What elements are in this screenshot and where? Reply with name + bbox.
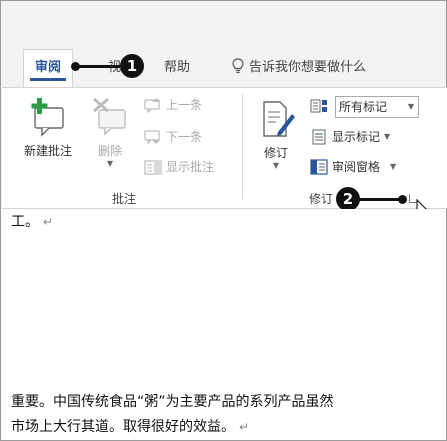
- callout-1-badge: 1: [120, 54, 144, 78]
- reviewing-pane-button[interactable]: 审阅窗格 ▼: [310, 158, 396, 175]
- ribbon: 审阅 视图 帮助 告诉我你想要做什么 新建批注: [1, 1, 447, 222]
- track-changes-icon: [263, 101, 295, 137]
- next-comment-icon: [144, 129, 160, 144]
- delete-comment-icon: [93, 97, 126, 136]
- paragraph-mark-icon: ↵: [239, 420, 250, 434]
- reviewing-pane-label: 审阅窗格: [332, 160, 381, 174]
- callout-2-line: [359, 198, 402, 201]
- previous-label: 上一条: [166, 98, 203, 112]
- paragraph-mark-icon: ↵: [43, 215, 54, 229]
- tell-me-text: 告诉我你想要做什么: [249, 60, 367, 75]
- markup-dropdown[interactable]: 所有标记 ▼: [335, 96, 419, 118]
- document-line: 市场上大行其道。取得很好的效益。 ↵: [11, 416, 249, 436]
- delete-comment-button[interactable]: 删除 ▼: [90, 96, 130, 168]
- track-changes-button[interactable]: 修订 ▼: [256, 98, 296, 170]
- tab-review[interactable]: 审阅: [23, 49, 73, 87]
- new-comment-button[interactable]: 新建批注: [18, 96, 78, 159]
- document-text: 重要。中国传统食品“粥”为主要产品的系列产品虽然: [11, 394, 334, 410]
- document-text: 工。: [11, 214, 39, 230]
- show-markup-label: 显示标记: [332, 130, 381, 144]
- delete-label: 删除: [97, 144, 122, 158]
- document-line: 工。 ↵: [11, 211, 53, 231]
- document-area[interactable]: 工。 ↵ 重要。中国传统食品“粥”为主要产品的系列产品虽然 市场上大行其道。取得很…: [1, 209, 446, 440]
- chevron-down-icon: ▼: [384, 132, 391, 141]
- previous-comment-icon: [144, 97, 160, 113]
- tell-me-search[interactable]: 告诉我你想要做什么: [231, 56, 366, 75]
- display-for-review-icon: [310, 99, 327, 113]
- markup-dropdown-value: 所有标记: [339, 100, 388, 114]
- show-markup-icon: [312, 129, 326, 144]
- comments-group-label: 批注: [112, 192, 137, 206]
- tab-help[interactable]: 帮助: [164, 56, 190, 75]
- chevron-down-icon: ▼: [106, 159, 114, 168]
- ribbon-panel: 新建批注 删除 ▼ 上一条 下一条 显示批注 批注 修订 ▼ 所有标记 ▼ 显示…: [2, 87, 447, 222]
- show-markup-button[interactable]: 显示标记 ▼: [310, 128, 390, 145]
- lightbulb-icon: [232, 57, 244, 73]
- chevron-down-icon: ▼: [272, 161, 280, 170]
- next-label: 下一条: [166, 130, 203, 144]
- chevron-down-icon: ▼: [407, 102, 414, 111]
- callout-1-line: [76, 65, 120, 68]
- show-comments-label: 显示批注: [166, 160, 215, 174]
- callout-2-dot: [398, 195, 407, 204]
- next-comment-button[interactable]: 下一条: [144, 128, 202, 145]
- chevron-down-icon: ▼: [390, 162, 397, 171]
- new-comment-label: 新建批注: [23, 144, 72, 158]
- tracking-group-label: 修订: [309, 192, 334, 206]
- show-comments-icon: [144, 159, 162, 175]
- display-for-review-icon-wrap: [310, 98, 328, 114]
- document-text: 市场上大行其道。取得很好的效益。: [11, 419, 235, 435]
- new-comment-icon: [31, 98, 64, 137]
- track-changes-label: 修订: [263, 146, 288, 160]
- callout-2-badge: 2: [336, 187, 360, 211]
- previous-comment-button[interactable]: 上一条: [144, 96, 202, 113]
- show-comments-button[interactable]: 显示批注: [144, 158, 214, 175]
- reviewing-pane-icon: [310, 158, 328, 175]
- group-divider: [242, 94, 243, 199]
- document-line: 重要。中国传统食品“粥”为主要产品的系列产品虽然: [11, 391, 334, 411]
